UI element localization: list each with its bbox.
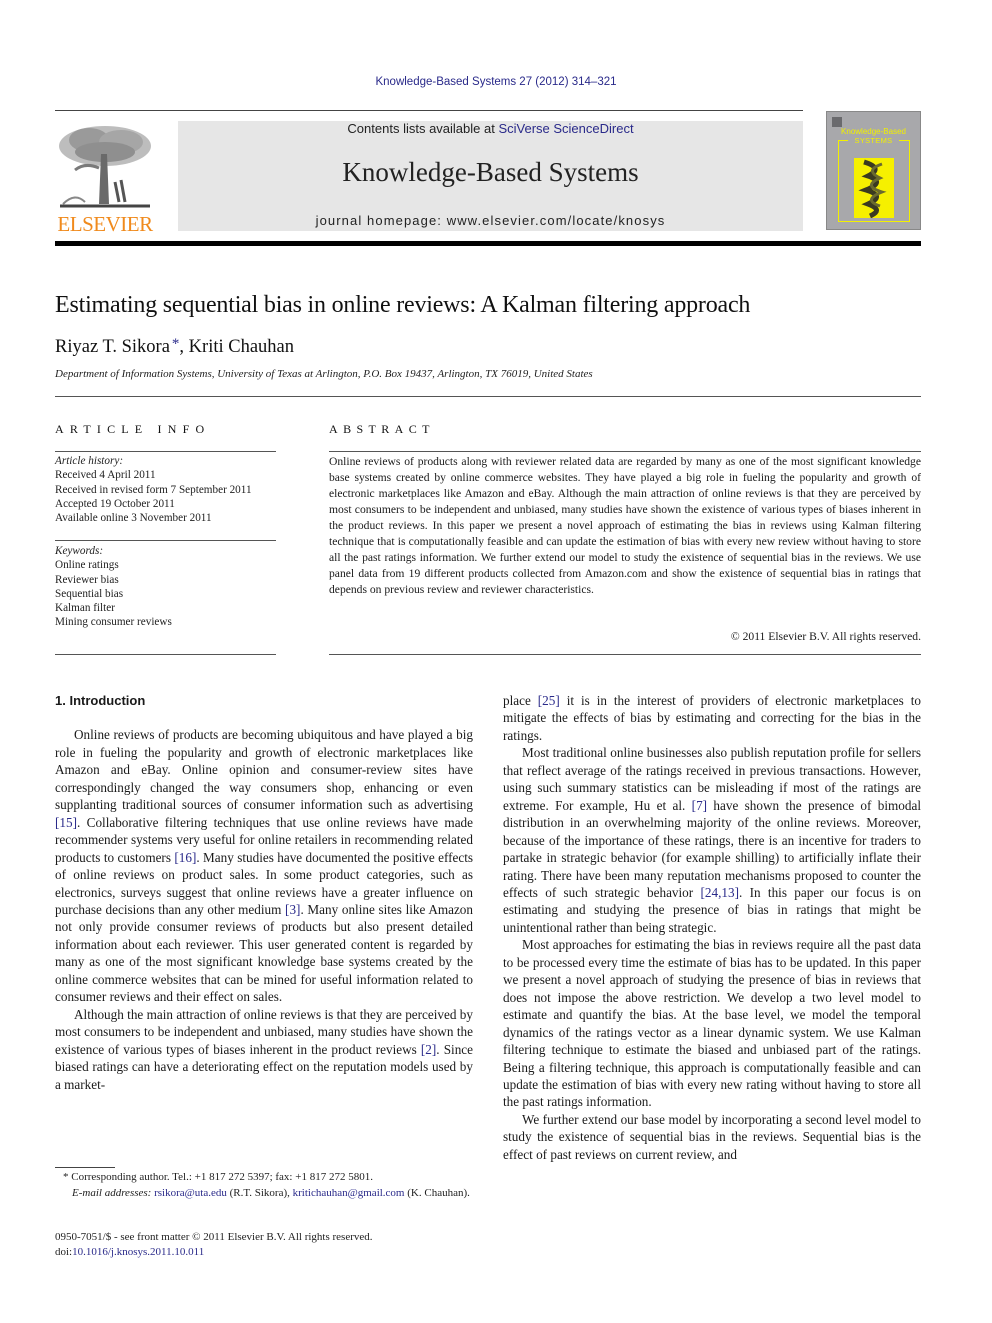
history-item: Accepted 19 October 2011 (55, 497, 175, 510)
email-footnote: E-mail addresses: rsikora@uta.edu (R.T. … (55, 1186, 473, 1202)
citation-link[interactable]: [3] (285, 902, 300, 917)
header-divider (55, 110, 803, 111)
divider (329, 451, 921, 452)
doi-line: doi:10.1016/j.knosys.2011.10.011 (55, 1245, 373, 1260)
citation-link[interactable]: [2] (421, 1042, 436, 1057)
keyword-item: Sequential bias (55, 587, 124, 600)
cover-helix-icon (854, 158, 894, 218)
divider (55, 451, 276, 452)
history-item: Received in revised form 7 September 201… (55, 483, 252, 496)
abstract-copyright: © 2011 Elsevier B.V. All rights reserved… (730, 630, 921, 643)
contents-available-line: Contents lists available at SciVerse Sci… (178, 121, 803, 137)
elsevier-logo[interactable]: ELSEVIER (55, 118, 155, 236)
section-heading: 1. Introduction (55, 693, 146, 708)
cover-publisher-icon (832, 117, 842, 127)
paragraph: Although the main attraction of online r… (55, 1006, 473, 1093)
elsevier-tree-icon (55, 122, 155, 210)
journal-name: Knowledge-Based Systems (342, 157, 639, 187)
issn-line: 0950-7051/$ - see front matter © 2011 El… (55, 1231, 373, 1243)
front-matter: 0950-7051/$ - see front matter © 2011 El… (55, 1230, 373, 1259)
doi-prefix: doi: (55, 1245, 73, 1258)
keyword-item: Kalman filter (55, 602, 115, 615)
article-info-heading: ARTICLE INFO (55, 422, 211, 436)
divider (55, 396, 921, 397)
abstract-heading: ABSTRACT (329, 422, 435, 436)
history-item: Received 4 April 2011 (55, 469, 156, 482)
affiliation: Department of Information Systems, Unive… (55, 368, 593, 380)
citation-link[interactable]: [7] (692, 798, 707, 813)
header-thick-rule (55, 241, 921, 246)
keywords: Keywords: Online ratings Reviewer bias S… (55, 544, 172, 630)
history-item: Available online 3 November 2011 (55, 512, 212, 525)
paragraph: Most traditional online businesses also … (503, 744, 921, 936)
journal-masthead: Contents lists available at SciVerse Sci… (178, 121, 803, 231)
author-list: Riyaz T. Sikora *, Kriti Chauhan (55, 336, 294, 358)
text-run: Although the main attraction of online r… (55, 1006, 473, 1057)
article-history-label: Article history: (55, 455, 124, 467)
article-history: Article history: Received 4 April 2011 R… (55, 454, 252, 525)
paragraph: place [25] it is in the interest of prov… (503, 692, 921, 744)
author-name[interactable]: Kriti Chauhan (189, 337, 294, 357)
footnote-rule (55, 1167, 115, 1168)
citation-link[interactable]: [24,13] (701, 885, 739, 900)
elsevier-wordmark: ELSEVIER (57, 212, 153, 236)
journal-citation-link[interactable]: Knowledge-Based Systems 27 (2012) 314–32… (0, 76, 992, 88)
keywords-label: Keywords: (55, 545, 104, 557)
article-title: Estimating sequential bias in online rev… (55, 292, 751, 318)
cover-title-line2: SYSTEMS (854, 136, 893, 145)
body-column-left: 1. Introduction Online reviews of produc… (55, 692, 473, 1093)
journal-homepage-link[interactable]: journal homepage: www.elsevier.com/locat… (178, 213, 803, 228)
citation-link[interactable]: [15] (55, 815, 77, 830)
keyword-item: Reviewer bias (55, 573, 119, 586)
text-run: place (503, 693, 538, 708)
divider (329, 654, 921, 655)
email-label: E-mail addresses: (72, 1187, 152, 1199)
paragraph: We further extend our base model by inco… (503, 1111, 921, 1162)
text-run: it is in the interest of providers of el… (503, 693, 921, 743)
sciencedirect-link[interactable]: SciVerse ScienceDirect (498, 121, 633, 136)
email-link[interactable]: rsikora@uta.edu (154, 1187, 227, 1199)
citation-link[interactable]: [16] (174, 850, 196, 865)
contents-prefix: Contents lists available at (347, 121, 499, 136)
paragraph: Online reviews of products are becoming … (55, 726, 473, 1005)
citation-link[interactable]: [25] (538, 693, 560, 708)
keyword-item: Mining consumer reviews (55, 616, 172, 629)
body-column-right: place [25] it is in the interest of prov… (503, 692, 921, 1163)
text-run: Online reviews of products are becoming … (55, 727, 473, 813)
author-name[interactable]: Riyaz T. Sikora (55, 337, 170, 357)
cover-title-line1: Knowledge-Based (841, 127, 906, 136)
abstract-text: Online reviews of products along with re… (329, 455, 921, 596)
paragraph: Most approaches for estimating the bias … (503, 937, 921, 1110)
corresponding-author-footnote: * Corresponding author. Tel.: +1 817 272… (63, 1171, 373, 1183)
keyword-item: Online ratings (55, 559, 119, 572)
doi-link[interactable]: 10.1016/j.knosys.2011.10.011 (72, 1246, 204, 1258)
divider (55, 654, 276, 655)
author-separator: , (179, 337, 189, 357)
email-link[interactable]: kritichauhan@gmail.com (293, 1187, 405, 1199)
text-run: . Many online sites like Amazon not only… (55, 901, 473, 1005)
journal-cover-image[interactable]: Knowledge-Based SYSTEMS (826, 111, 921, 230)
email-owner: (K. Chauhan). (404, 1187, 470, 1199)
email-owner: (R.T. Sikora), (226, 1187, 293, 1199)
divider (55, 540, 276, 541)
